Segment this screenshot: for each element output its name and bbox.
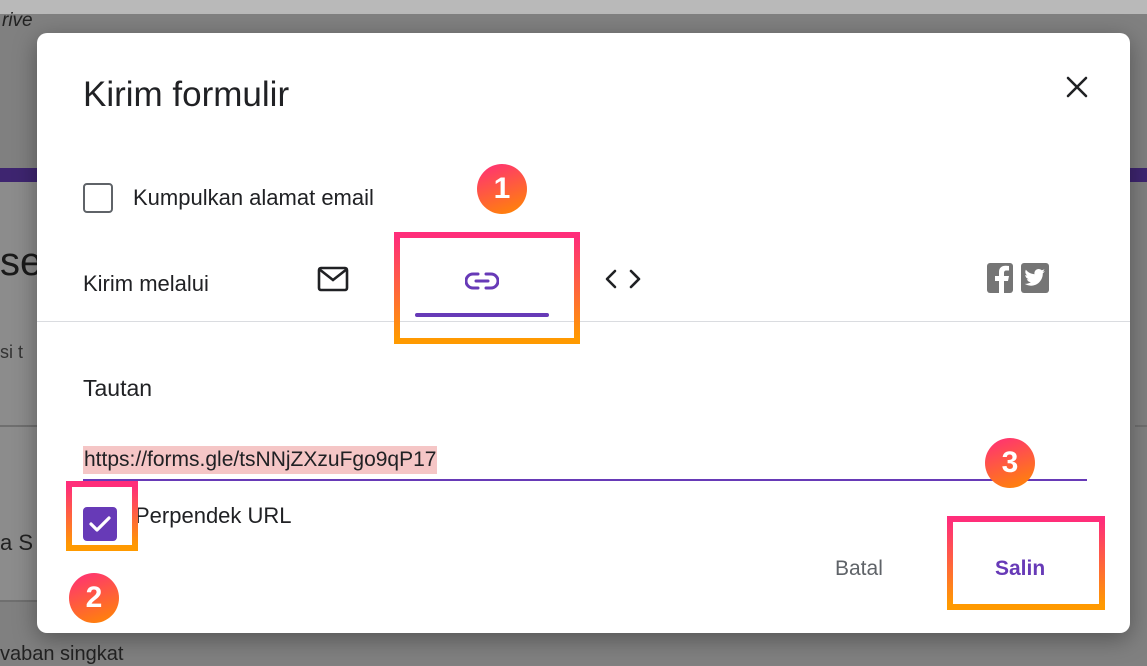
email-icon	[317, 266, 349, 292]
background-divider	[0, 600, 40, 602]
link-section-title: Tautan	[83, 375, 153, 401]
close-button[interactable]	[1059, 69, 1095, 105]
step-badge-3: 3	[985, 438, 1035, 488]
tab-embed[interactable]	[599, 259, 647, 299]
facebook-icon	[995, 265, 1009, 293]
dialog-divider	[37, 321, 1130, 322]
background-purple-bar-left	[0, 168, 40, 182]
step-badge-1: 1	[477, 164, 527, 214]
dialog-title: Kirim formulir	[83, 75, 290, 114]
highlight-link-tab	[394, 232, 580, 344]
share-twitter-button[interactable]	[1021, 263, 1049, 293]
background-top-bar	[0, 0, 1147, 14]
code-icon	[605, 269, 641, 289]
tab-email[interactable]	[313, 259, 353, 299]
background-purple-bar-right	[1127, 168, 1147, 182]
share-facebook-button[interactable]	[987, 263, 1013, 293]
collect-email-label: Kumpulkan alamat email	[133, 185, 374, 210]
step-badge-2: 2	[69, 573, 119, 623]
background-drive-text: rive	[2, 10, 33, 31]
collect-email-checkbox[interactable]	[83, 183, 113, 213]
twitter-icon	[1024, 269, 1045, 286]
highlight-shorten-checkbox	[66, 481, 138, 551]
background-subtitle-fragment: si t	[0, 342, 24, 362]
background-bottom-fragment: vaban singkat	[0, 643, 124, 665]
close-icon	[1066, 76, 1088, 98]
shorten-url-label: Perpendek URL	[135, 503, 292, 528]
highlight-copy-button	[947, 516, 1105, 610]
cancel-button[interactable]: Batal	[835, 557, 883, 581]
background-question-fragment: a S	[0, 530, 34, 555]
form-url-value: https://forms.gle/tsNNjZXzuFgo9qP17	[83, 446, 438, 474]
background-heading-fragment: se	[0, 240, 43, 284]
send-via-label: Kirim melalui	[83, 271, 209, 296]
collect-email-row[interactable]: Kumpulkan alamat email	[83, 181, 374, 215]
background-divider	[1135, 425, 1147, 427]
background-divider	[0, 425, 40, 427]
